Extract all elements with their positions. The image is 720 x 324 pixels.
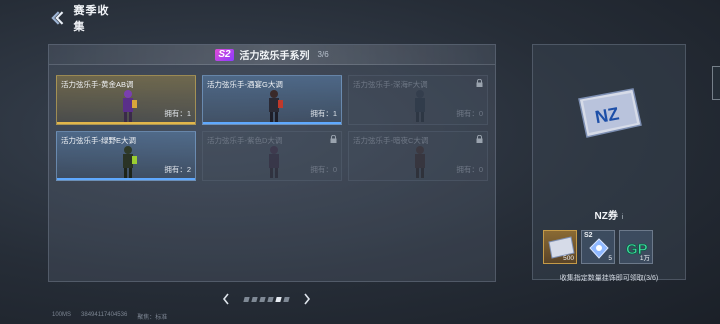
rarity-bar [57, 122, 195, 124]
top-bar: 赛季收集 [0, 0, 720, 34]
card-grid: 活力弦乐手-黄金AB调 拥有：1 活力弦乐手-酒宴G大调 拥有：1 活力弦乐手-… [56, 75, 488, 181]
collection-card[interactable]: 活力弦乐手-黄金AB调 拥有：1 [56, 75, 196, 125]
collection-card-locked[interactable]: 活力弦乐手-深海F大调 拥有：0 [348, 75, 488, 125]
rarity-bar [203, 122, 341, 124]
rarity-bar [57, 178, 195, 180]
series-title: 活力弦乐手系列 [239, 51, 310, 62]
season-badge: S2 [215, 48, 234, 61]
back-button[interactable]: 赛季收集 [48, 5, 120, 33]
collection-card-locked[interactable]: 活力弦乐手-紫色D大调 拥有：0 [202, 131, 342, 181]
owned-count: 拥有：1 [164, 109, 191, 118]
reward-name-row: NZ券 i [533, 207, 685, 222]
page-dot-active[interactable] [275, 296, 282, 302]
player-id-text: 38494117404536 [81, 312, 128, 318]
collection-card[interactable]: 活力弦乐手-绿野E大调 拥有：2 [56, 131, 196, 181]
lock-icon [476, 135, 483, 143]
reward-item[interactable]: GP 1万 [619, 230, 653, 264]
svg-text:NZ: NZ [593, 103, 620, 127]
page-dot[interactable] [251, 296, 258, 302]
reward-item[interactable]: S2 5 [581, 230, 615, 264]
series-progress: 3/6 [317, 50, 329, 59]
owned-count: 拥有：2 [164, 165, 191, 174]
owned-count: 拥有：0 [456, 109, 483, 118]
collection-panel: S2 活力弦乐手系列 3/6 活力弦乐手-黄金AB调 拥有：1 活力弦乐手-酒宴… [48, 44, 496, 282]
page-dot[interactable] [259, 296, 266, 302]
ping-text: 100MS [52, 312, 72, 318]
owned-count: 拥有：1 [310, 109, 337, 118]
chevron-right-icon [304, 293, 311, 305]
prev-page-button[interactable] [220, 292, 232, 306]
lock-icon [330, 135, 337, 143]
side-panel-handle[interactable] [712, 66, 720, 100]
info-icon[interactable]: i [622, 214, 624, 221]
reward-name: NZ券 [594, 211, 618, 222]
page-dot[interactable] [267, 296, 274, 302]
character-figure-icon [123, 146, 137, 178]
page-dots [243, 296, 290, 302]
page-dot[interactable] [243, 296, 250, 302]
status-footer: 100MS 38494117404536 聚焦：标准 [52, 312, 167, 321]
item-quantity: 1万 [639, 255, 650, 262]
character-figure-icon [415, 90, 425, 122]
item-tag: S2 [584, 232, 593, 239]
item-quantity: 5 [608, 255, 612, 262]
chevron-left-icon [222, 293, 229, 305]
character-figure-icon [269, 90, 283, 122]
reward-panel: NZ NZ券 i 500 S2 5 GP 1万 收集指定数量挂饰即可领取(3/6) [532, 44, 686, 282]
collection-card-locked[interactable]: 活力弦乐手-暗夜C大调 拥有：0 [348, 131, 488, 181]
item-quantity: 500 [563, 255, 574, 262]
reward-items: 500 S2 5 GP 1万 [543, 230, 653, 264]
next-page-button[interactable] [301, 292, 313, 306]
pager [220, 292, 330, 306]
page-dot[interactable] [283, 296, 290, 302]
footer-extra-text: 聚焦：标准 [137, 315, 168, 321]
lock-icon [476, 79, 483, 87]
reward-item[interactable]: 500 [543, 230, 577, 264]
character-figure-icon [123, 90, 137, 122]
collect-note: 收集指定数量挂饰即可领取(3/6) [559, 275, 659, 282]
owned-count: 拥有：0 [456, 165, 483, 174]
collection-card[interactable]: 活力弦乐手-酒宴G大调 拥有：1 [202, 75, 342, 125]
owned-count: 拥有：0 [310, 165, 337, 174]
nz-ticket-icon: NZ [578, 88, 642, 138]
page-title: 赛季收集 [73, 5, 110, 33]
series-header: S2 活力弦乐手系列 3/6 [49, 45, 495, 65]
character-figure-icon [415, 146, 425, 178]
character-figure-icon [269, 146, 279, 178]
back-arrow-icon [51, 11, 64, 25]
